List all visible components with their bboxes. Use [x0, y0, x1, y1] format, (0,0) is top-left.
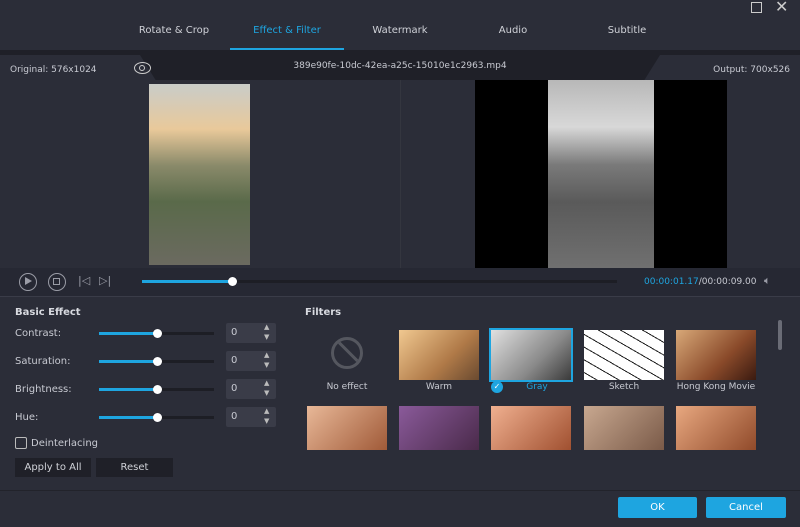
- deinterlacing-checkbox[interactable]: [15, 437, 27, 449]
- slider-knob[interactable]: [152, 385, 162, 394]
- spinbox-value: 0: [231, 383, 238, 394]
- previous-frame-icon[interactable]: |◁: [78, 274, 90, 287]
- spin-down-icon[interactable]: ▼: [264, 333, 269, 341]
- effect-slider[interactable]: [99, 329, 214, 338]
- filter-label: No effect: [326, 382, 368, 392]
- filter-thumb-warm[interactable]: [399, 330, 479, 380]
- filter-thumb-hong-kong-movie[interactable]: [676, 330, 756, 380]
- basic-effect-title: Basic Effect: [15, 307, 81, 318]
- spin-up-icon[interactable]: ▲: [264, 407, 269, 415]
- progress-track[interactable]: [142, 277, 617, 286]
- slider-fill: [99, 416, 157, 419]
- spin-down-icon[interactable]: ▼: [264, 361, 269, 369]
- original-size: Original: 576x1024: [10, 65, 97, 75]
- original-video-frame: [149, 84, 250, 265]
- filter-label: Warm: [425, 382, 453, 392]
- next-frame-icon[interactable]: ▷|: [99, 274, 111, 287]
- slider-label: Brightness:: [15, 384, 72, 395]
- filter-thumb[interactable]: [676, 406, 756, 450]
- slider-label: Contrast:: [15, 328, 62, 339]
- ok-button[interactable]: OK: [618, 497, 697, 518]
- filter-label: Hong Kong Movie: [676, 382, 756, 392]
- stop-button[interactable]: [48, 273, 66, 291]
- filter-label: Sketch: [608, 382, 640, 392]
- play-button[interactable]: [19, 273, 37, 291]
- tab-effect-filter[interactable]: Effect & Filter: [230, 25, 344, 36]
- effect-slider[interactable]: [99, 413, 214, 422]
- apply-to-all-button[interactable]: Apply to All: [15, 458, 91, 477]
- spin-up-icon[interactable]: ▲: [264, 323, 269, 331]
- spin-up-icon[interactable]: ▲: [264, 351, 269, 359]
- time-display: 00:00:01.17/00:00:09.00: [644, 277, 757, 287]
- reset-button[interactable]: Reset: [96, 458, 173, 477]
- slider-label: Saturation:: [15, 356, 71, 367]
- deinterlacing-label: Deinterlacing: [31, 438, 99, 449]
- value-spinbox[interactable]: 0 ▲ ▼: [226, 323, 276, 343]
- slider-fill: [99, 388, 157, 391]
- value-spinbox[interactable]: 0 ▲ ▼: [226, 351, 276, 371]
- spin-up-icon[interactable]: ▲: [264, 379, 269, 387]
- filename: 389e90fe-10dc-42ea-a25c-15010e1c2963.mp4: [293, 61, 507, 71]
- spinbox-value: 0: [231, 355, 238, 366]
- output-size: Output: 700x526: [713, 65, 790, 75]
- output-video-frame: [548, 80, 654, 268]
- cancel-button[interactable]: Cancel: [706, 497, 786, 518]
- filter-thumb-sketch[interactable]: [584, 330, 664, 380]
- tab-audio[interactable]: Audio: [456, 25, 570, 36]
- spinbox-value: 0: [231, 327, 238, 338]
- tab-rotate-crop[interactable]: Rotate & Crop: [117, 25, 231, 36]
- value-spinbox[interactable]: 0 ▲ ▼: [226, 379, 276, 399]
- preview-divider: [400, 80, 401, 268]
- slider-knob[interactable]: [152, 329, 162, 338]
- slider-label: Hue:: [15, 412, 39, 423]
- filter-thumb-no-effect[interactable]: [307, 330, 387, 380]
- tab-watermark[interactable]: Watermark: [343, 25, 457, 36]
- filter-label: Gray: [526, 382, 548, 392]
- close-icon[interactable]: ✕: [775, 0, 788, 16]
- slider-knob[interactable]: [152, 357, 162, 366]
- slider-fill: [99, 332, 157, 335]
- eye-icon[interactable]: [134, 62, 151, 74]
- filter-thumb[interactable]: [584, 406, 664, 450]
- volume-icon[interactable]: 🔈︎: [764, 274, 771, 288]
- spin-down-icon[interactable]: ▼: [264, 417, 269, 425]
- filter-thumb[interactable]: [491, 406, 571, 450]
- spin-down-icon[interactable]: ▼: [264, 389, 269, 397]
- tab-subtitle[interactable]: Subtitle: [570, 25, 684, 36]
- slider-knob[interactable]: [152, 413, 162, 422]
- total-time: /00:00:09.00: [698, 277, 757, 287]
- effect-slider[interactable]: [99, 357, 214, 366]
- value-spinbox[interactable]: 0 ▲ ▼: [226, 407, 276, 427]
- progress-fill: [142, 280, 233, 283]
- filter-thumb-gray[interactable]: [489, 328, 573, 382]
- spinbox-value: 0: [231, 411, 238, 422]
- maximize-icon[interactable]: [751, 2, 762, 13]
- filters-title: Filters: [305, 307, 342, 318]
- filter-thumb[interactable]: [399, 406, 479, 450]
- filter-thumb[interactable]: [307, 406, 387, 450]
- filters-scrollbar[interactable]: [778, 320, 782, 350]
- effect-slider[interactable]: [99, 385, 214, 394]
- slider-fill: [99, 360, 157, 363]
- current-time: 00:00:01.17: [644, 277, 699, 287]
